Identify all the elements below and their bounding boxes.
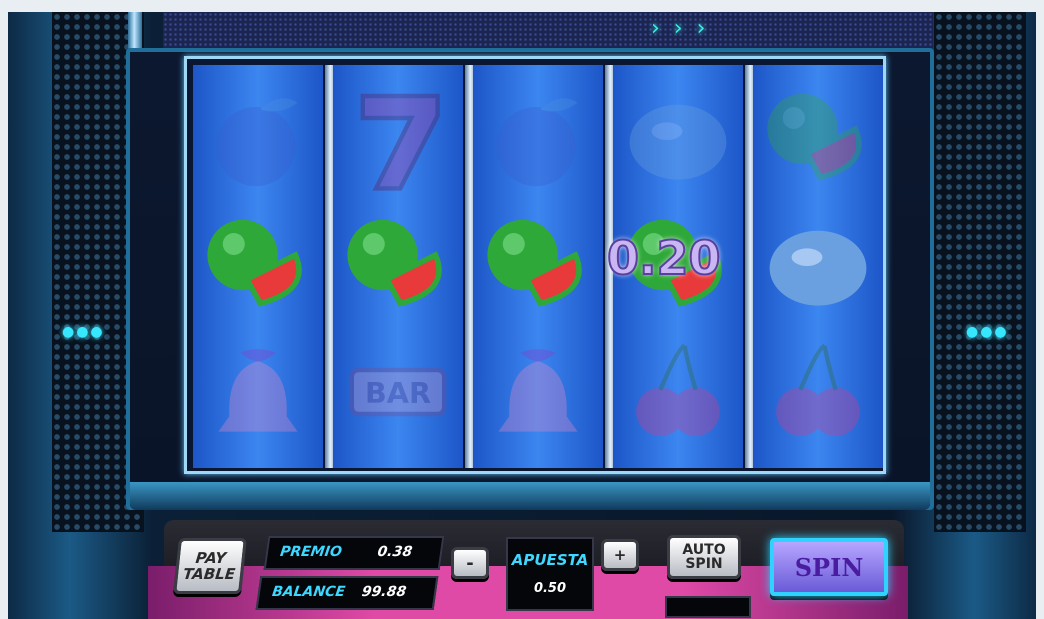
bell-icon <box>203 337 313 447</box>
top-led-banner: ››› <box>163 12 933 48</box>
watermelon-icon <box>763 85 873 195</box>
reel-1 <box>193 65 323 468</box>
autospin-label-line2: SPIN <box>685 556 723 572</box>
paytable-button[interactable]: PAY TABLE <box>173 538 247 594</box>
watermelon-icon <box>483 211 593 321</box>
reel-frame-bottom <box>130 482 930 510</box>
balance-value: 99.88 <box>360 584 408 600</box>
bell-icon <box>483 337 593 447</box>
left-glow-icon: ●●● <box>62 324 105 340</box>
right-glow-icon: ●●● <box>966 324 1009 340</box>
apuesta-label: APUESTA <box>511 551 589 569</box>
bar-icon: BAR <box>343 337 453 447</box>
spin-button[interactable]: SPIN <box>770 538 888 596</box>
premio-value: 0.38 <box>376 544 414 560</box>
balance-display: BALANCE 99.88 <box>255 576 439 610</box>
autospin-counter-slot <box>665 596 751 618</box>
plum-icon <box>483 85 593 195</box>
premio-label: PREMIO <box>279 544 343 560</box>
win-amount: 0.20 <box>606 230 721 286</box>
reel-5 <box>753 65 883 468</box>
seven-icon <box>343 85 453 195</box>
premio-display: PREMIO 0.38 <box>263 536 445 570</box>
increase-bet-button[interactable]: + <box>601 539 639 571</box>
apuesta-value: 0.50 <box>533 581 567 596</box>
paytable-label-line2: TABLE <box>182 565 237 583</box>
watermelon-icon <box>343 211 453 321</box>
arrow-indicator-icon: ››› <box>651 16 720 41</box>
cherry-icon <box>763 337 873 447</box>
autospin-button[interactable]: AUTO SPIN <box>667 535 741 579</box>
reel-2: BAR <box>333 65 463 468</box>
lemon-icon <box>623 85 733 195</box>
right-speaker-panel <box>934 12 1026 532</box>
apuesta-display: APUESTA 0.50 <box>506 537 594 611</box>
balance-label: BALANCE <box>271 584 347 600</box>
cherry-icon <box>623 337 733 447</box>
plum-icon <box>203 85 313 195</box>
decrease-bet-button[interactable]: - <box>451 547 489 579</box>
reel-window: BAR 0.20 <box>184 56 886 474</box>
reel-3 <box>473 65 603 468</box>
lemon-icon <box>763 211 873 321</box>
watermelon-icon <box>203 211 313 321</box>
svg-text:BAR: BAR <box>365 376 431 410</box>
